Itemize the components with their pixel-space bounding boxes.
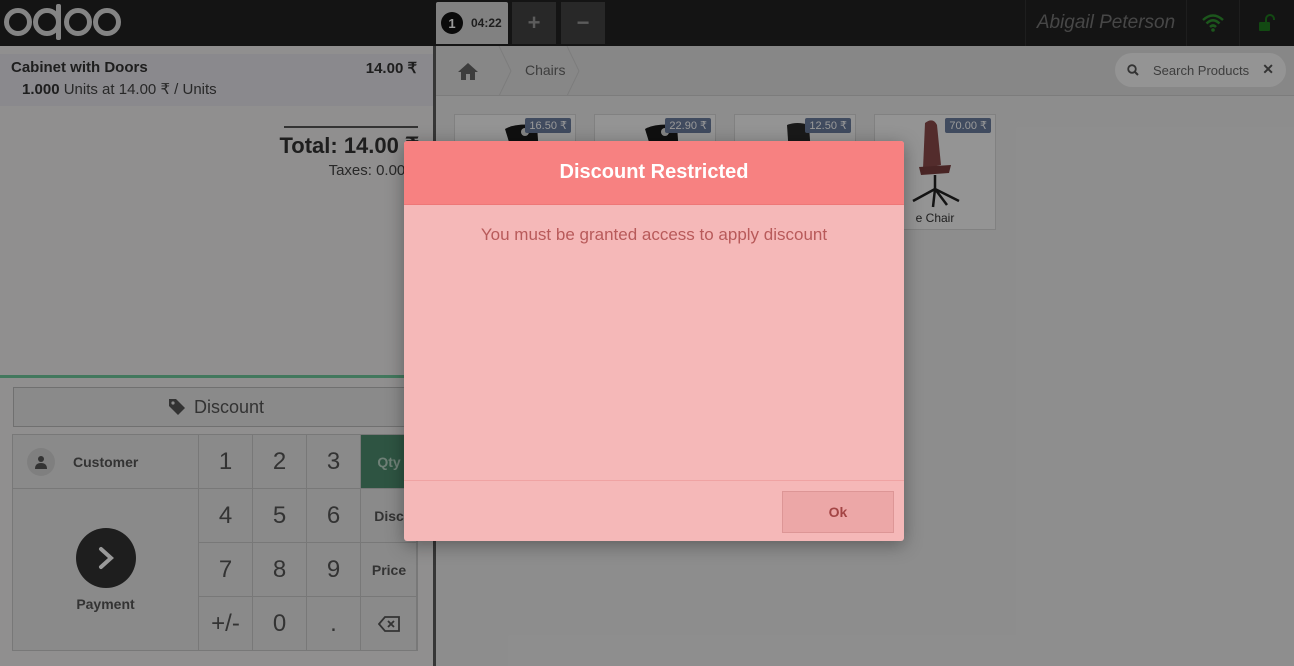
dialog-message: You must be granted access to apply disc…	[480, 225, 828, 244]
dialog-title: Discount Restricted	[404, 141, 904, 205]
discount-restricted-dialog: Discount Restricted You must be granted …	[404, 141, 904, 541]
ok-button[interactable]: Ok	[782, 491, 894, 533]
dialog-footer: Ok	[404, 480, 904, 541]
